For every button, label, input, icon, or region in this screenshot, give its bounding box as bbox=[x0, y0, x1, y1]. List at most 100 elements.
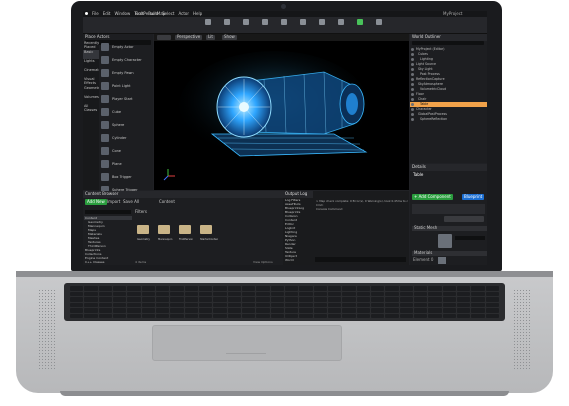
visibility-icon[interactable] bbox=[411, 83, 414, 86]
visibility-icon[interactable] bbox=[411, 113, 414, 116]
project-name: MyProject bbox=[443, 11, 463, 16]
toolbar-button[interactable]: Marketplace bbox=[258, 19, 276, 41]
save-all-button[interactable]: Save All bbox=[123, 200, 139, 204]
mesh-picker[interactable] bbox=[455, 236, 485, 240]
asset-tile[interactable]: Mannequin bbox=[158, 219, 176, 242]
add-new-button[interactable]: Add New bbox=[85, 199, 107, 205]
outliner-row[interactable]: SphereReflection bbox=[410, 117, 487, 122]
toolbar-button[interactable]: Cinematics bbox=[315, 19, 332, 41]
toolbar-button[interactable]: Launch bbox=[372, 19, 386, 41]
folder-tree-item[interactable]: C++ Classes bbox=[84, 260, 132, 264]
visibility-icon[interactable] bbox=[411, 48, 414, 51]
place-actor-item[interactable]: Point Light bbox=[83, 80, 153, 93]
visibility-icon[interactable] bbox=[411, 108, 414, 111]
content-path[interactable]: Content bbox=[159, 200, 175, 204]
materials-section[interactable]: Materials bbox=[412, 251, 487, 256]
import-button[interactable]: Import bbox=[107, 200, 120, 204]
key bbox=[284, 297, 299, 302]
front-edge bbox=[60, 391, 509, 396]
asset-tile[interactable]: StarterContent bbox=[200, 219, 218, 242]
toolbar-icon bbox=[357, 19, 363, 25]
material-thumbnail[interactable] bbox=[438, 257, 446, 264]
place-actor-item[interactable]: Plane bbox=[83, 158, 153, 171]
lit-button[interactable]: Lit bbox=[206, 35, 215, 40]
transform-field[interactable] bbox=[444, 216, 484, 222]
asset-label: StarterContent bbox=[200, 238, 218, 241]
visibility-icon[interactable] bbox=[411, 93, 414, 96]
key bbox=[127, 313, 141, 318]
visibility-icon[interactable] bbox=[411, 118, 414, 121]
static-mesh-section[interactable]: Static Mesh bbox=[412, 226, 487, 231]
key bbox=[70, 308, 84, 313]
key bbox=[327, 291, 342, 296]
visibility-icon[interactable] bbox=[411, 58, 414, 61]
toolbar-button[interactable]: Play bbox=[353, 19, 367, 41]
log-category[interactable]: World bbox=[283, 258, 313, 262]
place-actor-item[interactable]: Empty Actor bbox=[83, 41, 153, 54]
viewport-options-button[interactable] bbox=[157, 35, 171, 40]
place-actor-item[interactable]: Empty Pawn bbox=[83, 67, 153, 80]
visibility-icon[interactable] bbox=[411, 98, 414, 101]
toolbar-button[interactable]: Settings bbox=[277, 19, 291, 41]
add-component-button[interactable]: + Add Component bbox=[412, 194, 453, 200]
world-outliner: World Outliner MyProject (Editor) Cubes Li… bbox=[410, 34, 487, 163]
outliner-search-input[interactable] bbox=[412, 41, 484, 45]
key bbox=[313, 291, 327, 296]
place-actor-item[interactable]: Player Start bbox=[83, 93, 153, 106]
place-actors-list: Empty Actor Empty Character Empty Pawn Poin… bbox=[83, 41, 153, 197]
toolbar-button[interactable]: Content bbox=[239, 19, 253, 41]
visibility-icon[interactable] bbox=[411, 68, 414, 71]
menu-item[interactable]: Actor bbox=[178, 11, 189, 16]
actor-icon bbox=[101, 95, 109, 103]
visibility-icon[interactable] bbox=[411, 78, 414, 81]
toolbar-button[interactable]: Source Control bbox=[220, 19, 234, 60]
toolbar-button[interactable]: Build bbox=[334, 19, 348, 41]
level-tab[interactable]: FirstPersonMap bbox=[95, 12, 165, 16]
toolbar-button[interactable]: Save Current bbox=[201, 19, 215, 60]
place-actor-item[interactable]: Cube bbox=[83, 106, 153, 119]
menu-item[interactable]: Help bbox=[193, 11, 202, 16]
view-options-button[interactable]: View Options bbox=[253, 260, 273, 264]
level-viewport[interactable]: Perspective Lit Show bbox=[154, 34, 409, 190]
right-speaker-grille bbox=[513, 289, 531, 369]
place-actor-item[interactable]: Cone bbox=[83, 145, 153, 158]
filters-button[interactable]: Filters bbox=[135, 210, 147, 214]
unreal-logo-icon bbox=[85, 12, 88, 15]
key bbox=[442, 308, 456, 313]
component-list[interactable] bbox=[412, 204, 485, 214]
key bbox=[485, 286, 499, 291]
visibility-icon[interactable] bbox=[411, 103, 414, 106]
visibility-icon[interactable] bbox=[411, 88, 414, 91]
mesh-thumbnail[interactable] bbox=[438, 234, 452, 248]
actor-label: Cube bbox=[112, 110, 122, 114]
keyboard-keys bbox=[70, 286, 499, 318]
key bbox=[198, 313, 213, 318]
visibility-icon[interactable] bbox=[411, 73, 414, 76]
blueprint-button[interactable]: Blueprint bbox=[462, 194, 485, 200]
visibility-icon[interactable] bbox=[411, 53, 414, 56]
visibility-icon[interactable] bbox=[411, 63, 414, 66]
asset-tile[interactable]: FirstPerson bbox=[179, 219, 197, 242]
place-actor-item[interactable]: Sphere bbox=[83, 119, 153, 132]
main-toolbar: Save Current Source Control Content Marketp… bbox=[83, 17, 487, 60]
asset-tile[interactable]: Geometry bbox=[137, 219, 155, 242]
show-button[interactable]: Show bbox=[222, 35, 237, 40]
key bbox=[184, 297, 198, 302]
key bbox=[342, 291, 356, 296]
key bbox=[428, 291, 442, 296]
place-actor-item[interactable]: Cylinder bbox=[83, 132, 153, 145]
key bbox=[313, 302, 327, 307]
key bbox=[399, 308, 413, 313]
key bbox=[112, 313, 127, 318]
folder-search-input[interactable] bbox=[85, 210, 131, 214]
place-actor-item[interactable]: Box Trigger bbox=[83, 171, 153, 184]
place-actor-item[interactable]: Empty Character bbox=[83, 54, 153, 67]
key bbox=[428, 302, 442, 307]
key bbox=[241, 291, 256, 296]
key bbox=[127, 308, 141, 313]
console-input[interactable] bbox=[315, 257, 406, 262]
toolbar-button[interactable]: Blueprints bbox=[296, 19, 311, 41]
perspective-button[interactable]: Perspective bbox=[175, 35, 203, 40]
outliner-label: ReflectionCapture bbox=[416, 77, 445, 81]
key bbox=[471, 291, 485, 296]
